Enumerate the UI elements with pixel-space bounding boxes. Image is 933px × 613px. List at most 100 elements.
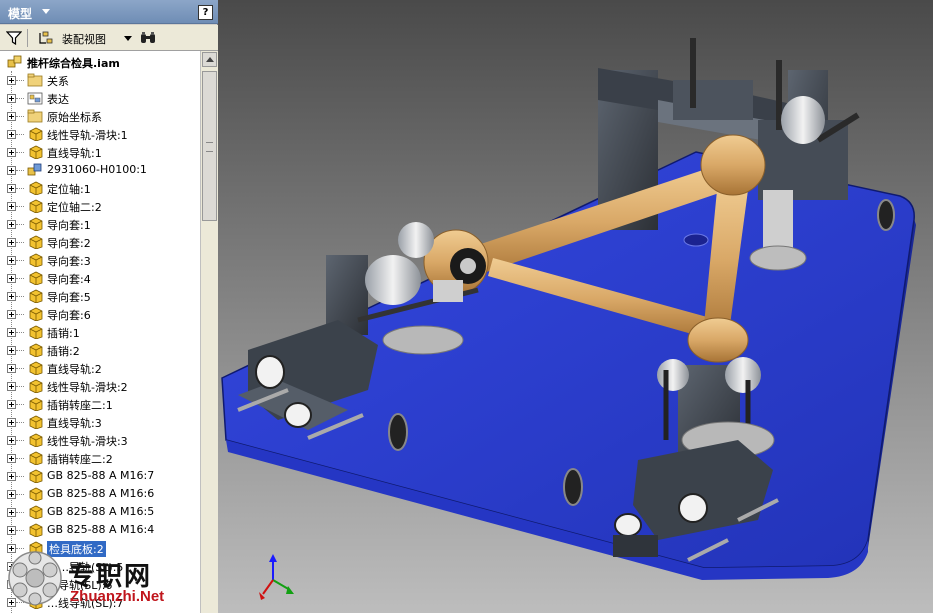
- tree-item-label: 插销:2: [47, 345, 80, 358]
- expand-toggle-icon[interactable]: [7, 256, 16, 265]
- tree-item[interactable]: 插销转座二:2: [0, 449, 200, 467]
- panel-menu-chevron-icon[interactable]: [42, 9, 50, 14]
- tree-connector: [16, 422, 24, 423]
- assembly-view-icon[interactable]: [38, 31, 56, 45]
- tree-item[interactable]: 直线导轨:1: [0, 143, 200, 161]
- tree-item[interactable]: 导向套:2: [0, 233, 200, 251]
- part-icon: [29, 487, 43, 501]
- expand-toggle-icon[interactable]: [7, 292, 16, 301]
- expand-toggle-icon[interactable]: [7, 238, 16, 247]
- tree-item[interactable]: 导向套:5: [0, 287, 200, 305]
- expand-toggle-icon[interactable]: [7, 436, 16, 445]
- part-icon: [29, 343, 43, 357]
- tree-connector: [16, 296, 24, 297]
- part-icon: [29, 145, 43, 159]
- tree-connector: [16, 530, 24, 531]
- tree-root[interactable]: 推杆综合检具.iam: [0, 53, 200, 71]
- scroll-up-button[interactable]: [202, 52, 217, 67]
- watermark-logo: [8, 551, 62, 606]
- expand-toggle-icon[interactable]: [7, 328, 16, 337]
- expand-toggle-icon[interactable]: [7, 166, 16, 175]
- tree-item[interactable]: 插销:2: [0, 341, 200, 359]
- expand-toggle-icon[interactable]: [7, 94, 16, 103]
- tree-item[interactable]: 原始坐标系: [0, 107, 200, 125]
- tree-item[interactable]: 插销:1: [0, 323, 200, 341]
- tree-connector: [16, 224, 24, 225]
- tree-item[interactable]: 导向套:6: [0, 305, 200, 323]
- tree-item-label: 线性导轨-滑块:3: [47, 435, 128, 448]
- tree-connector: [16, 98, 24, 99]
- tree-item[interactable]: 定位轴二:2: [0, 197, 200, 215]
- expand-toggle-icon[interactable]: [7, 364, 16, 373]
- tree-item[interactable]: GB 825-88 A M16:6: [0, 485, 200, 503]
- assembly-view-label[interactable]: 装配视图: [62, 31, 106, 47]
- expand-toggle-icon[interactable]: [7, 274, 16, 283]
- tree-root-label: 推杆综合检具.iam: [27, 57, 120, 70]
- tree-item[interactable]: 插销转座二:1: [0, 395, 200, 413]
- part-icon: [29, 271, 43, 285]
- expand-toggle-icon[interactable]: [7, 112, 16, 121]
- tree-item[interactable]: 线性导轨-滑块:1: [0, 125, 200, 143]
- tree-item[interactable]: 2931060-H0100:1: [0, 161, 200, 179]
- tree-item[interactable]: 导向套:4: [0, 269, 200, 287]
- tree-item[interactable]: 线性导轨-滑块:2: [0, 377, 200, 395]
- tree-item[interactable]: 直线导轨:2: [0, 359, 200, 377]
- tree-item-label: GB 825-88 A M16:6: [47, 487, 155, 500]
- panel-header[interactable]: 模型 ?: [0, 0, 218, 24]
- expand-toggle-icon[interactable]: [7, 418, 16, 427]
- expand-toggle-icon[interactable]: [7, 184, 16, 193]
- part-icon: [29, 307, 43, 321]
- tree-item-label: 插销转座二:2: [47, 453, 113, 466]
- scroll-thumb[interactable]: [202, 71, 217, 221]
- expand-toggle-icon[interactable]: [7, 310, 16, 319]
- tree-item-label: 直线导轨:1: [47, 147, 102, 160]
- tree-item[interactable]: 表达: [0, 89, 200, 107]
- tree-item-label: 插销:1: [47, 327, 80, 340]
- tree-item[interactable]: 直线导轨:3: [0, 413, 200, 431]
- tree-item[interactable]: 线性导轨-滑块:3: [0, 431, 200, 449]
- tree-connector: [16, 152, 24, 153]
- tree-item-label: 线性导轨-滑块:1: [47, 129, 128, 142]
- folder-icon: [27, 73, 43, 87]
- part-icon: [29, 505, 43, 519]
- expand-toggle-icon[interactable]: [7, 454, 16, 463]
- expand-toggle-icon[interactable]: [7, 76, 16, 85]
- tree-item[interactable]: GB 825-88 A M16:7: [0, 467, 200, 485]
- part-icon: [29, 469, 43, 483]
- tree-item-label: 关系: [47, 75, 69, 88]
- part-icon: [29, 325, 43, 339]
- tree-connector: [16, 260, 24, 261]
- tree-item[interactable]: 导向套:3: [0, 251, 200, 269]
- panel-title[interactable]: 模型: [8, 5, 32, 22]
- expand-toggle-icon[interactable]: [7, 346, 16, 355]
- help-button[interactable]: ?: [198, 5, 213, 20]
- expand-toggle-icon[interactable]: [7, 382, 16, 391]
- part-icon: [29, 235, 43, 249]
- expand-toggle-icon[interactable]: [7, 220, 16, 229]
- find-binoculars-icon[interactable]: [140, 31, 156, 45]
- graphics-viewport[interactable]: [218, 0, 933, 613]
- tree-connector: [16, 332, 24, 333]
- tree-item[interactable]: GB 825-88 A M16:5: [0, 503, 200, 521]
- expand-toggle-icon[interactable]: [7, 526, 16, 535]
- expand-toggle-icon[interactable]: [7, 202, 16, 211]
- tree-item[interactable]: 关系: [0, 71, 200, 89]
- expand-toggle-icon[interactable]: [7, 400, 16, 409]
- expand-toggle-icon[interactable]: [7, 490, 16, 499]
- assembly-model-render[interactable]: [218, 0, 933, 613]
- expand-toggle-icon[interactable]: [7, 472, 16, 481]
- expand-toggle-icon[interactable]: [7, 130, 16, 139]
- tree-item-label: 定位轴二:2: [47, 201, 102, 214]
- expand-toggle-icon[interactable]: [7, 508, 16, 517]
- tree-item[interactable]: 导向套:1: [0, 215, 200, 233]
- tree-item[interactable]: GB 825-88 A M16:4: [0, 521, 200, 539]
- part-icon: [29, 397, 43, 411]
- expand-toggle-icon[interactable]: [7, 148, 16, 157]
- tree-item-label: 线性导轨-滑块:2: [47, 381, 128, 394]
- tree-item-label: 直线导轨:3: [47, 417, 102, 430]
- part-icon: [29, 415, 43, 429]
- tree-scrollbar[interactable]: [200, 51, 218, 613]
- filter-icon[interactable]: [6, 31, 22, 45]
- tree-item[interactable]: 定位轴:1: [0, 179, 200, 197]
- view-dropdown-icon[interactable]: [124, 36, 132, 41]
